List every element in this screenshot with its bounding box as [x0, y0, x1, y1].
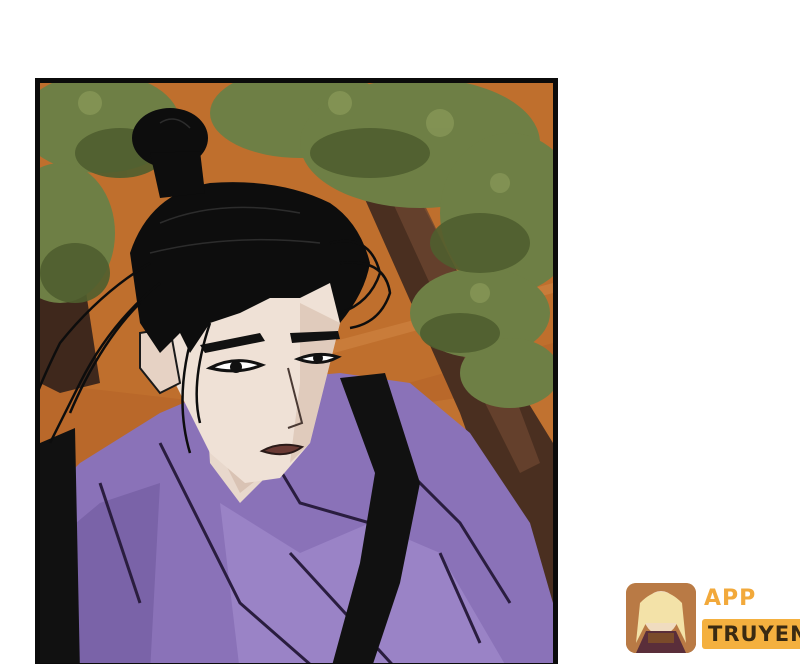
comic-panel	[35, 78, 558, 664]
app-truyen-watermark: APP TRUYEN	[626, 583, 800, 653]
watermark-logo-image	[626, 583, 696, 653]
watermark-line-2: TRUYEN	[702, 619, 800, 649]
watermark-line-1: APP	[704, 586, 757, 611]
comic-page: APP TRUYEN	[0, 0, 800, 664]
comic-illustration	[40, 83, 553, 663]
